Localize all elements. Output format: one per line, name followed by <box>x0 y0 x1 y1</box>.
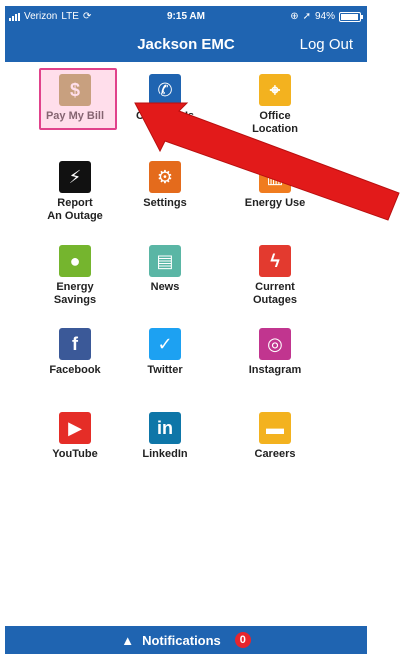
menu-tile-label: Careers <box>254 448 296 460</box>
phone-icon: ✆ <box>149 74 181 106</box>
menu-tile[interactable]: ⌖ Office Location <box>225 74 325 136</box>
menu-tile[interactable]: ◎ Instagram <box>225 328 325 377</box>
piggy-bank-icon: ● <box>59 245 91 277</box>
linkedin-icon: in <box>149 412 181 444</box>
lightning-icon: ϟ <box>259 245 291 277</box>
menu-tile-label: LinkedIn <box>142 448 188 460</box>
caret-up-icon: ▲ <box>121 632 135 648</box>
notifications-count-badge: 0 <box>234 632 251 648</box>
menu-tile[interactable]: f Facebook <box>25 328 125 377</box>
gears-icon: ⚙ <box>149 161 181 193</box>
youtube-icon: ▶ <box>59 412 91 444</box>
briefcase-icon: ▬ <box>259 412 291 444</box>
app-screen: Verizon LTE ⟳ 9:15 AM ⊕ ➚ 94% Jackson EM… <box>5 6 367 654</box>
menu-tile[interactable]: ▥ Energy Use <box>225 161 325 210</box>
menu-tile-label: YouTube <box>52 448 98 460</box>
menu-tile[interactable]: ▬ Careers <box>225 412 325 461</box>
location-arrow-icon: ➚ <box>302 11 311 22</box>
menu-tile[interactable]: in LinkedIn <box>115 412 215 461</box>
menu-tile[interactable]: ▤ News <box>115 245 215 294</box>
menu-tile-label: Report An Outage <box>47 197 103 222</box>
menu-tile[interactable]: ▶ YouTube <box>25 412 125 461</box>
instagram-icon: ◎ <box>259 328 291 360</box>
menu-tile[interactable]: ⚙ Settings <box>115 161 215 210</box>
twitter-icon: ✓ <box>149 328 181 360</box>
notifications-label: Notifications <box>142 632 221 648</box>
menu-tile-label: Settings <box>143 197 187 209</box>
plug-icon: ⚡ <box>59 161 91 193</box>
logout-button[interactable]: Log Out <box>300 36 353 53</box>
newspaper-icon: ▤ <box>149 245 181 277</box>
status-right: ⊕ ➚ 94% <box>290 11 363 22</box>
menu-tile-label: Instagram <box>248 364 302 376</box>
notifications-bar[interactable]: ▲ Notifications 0 <box>5 626 367 654</box>
menu-tile[interactable]: ● Energy Savings <box>25 245 125 307</box>
location-pin-icon: ⌖ <box>259 74 291 106</box>
menu-tile[interactable]: ✆ Contact Us <box>115 74 215 123</box>
battery-icon <box>339 11 363 22</box>
menu-tile-label: Twitter <box>147 364 183 376</box>
menu-tile-label: Energy Use <box>244 197 306 209</box>
battery-percent: 94% <box>314 11 335 22</box>
menu-tile-label: Facebook <box>49 364 101 376</box>
menu-tile[interactable]: ⚡ Report An Outage <box>25 161 125 223</box>
bar-chart-icon: ▥ <box>259 161 291 193</box>
menu-tile-label: Office Location <box>252 110 298 135</box>
menu-tile-label: News <box>150 281 180 293</box>
app-header: Verizon LTE ⟳ 9:15 AM ⊕ ➚ 94% Jackson EM… <box>5 6 367 62</box>
menu-tile-label: Current Outages <box>252 281 297 306</box>
lock-rotation-icon: ⊕ <box>290 11 299 22</box>
menu-tile[interactable]: $ Pay My Bill <box>25 68 125 130</box>
status-bar: Verizon LTE ⟳ 9:15 AM ⊕ ➚ 94% <box>5 11 367 25</box>
menu-tile-label: Contact Us <box>135 110 195 122</box>
highlight-box <box>39 68 117 130</box>
menu-tile-label: Energy Savings <box>53 281 97 306</box>
menu-tile[interactable]: ϟ Current Outages <box>225 245 325 307</box>
facebook-icon: f <box>59 328 91 360</box>
menu-tile[interactable]: ✓ Twitter <box>115 328 215 377</box>
